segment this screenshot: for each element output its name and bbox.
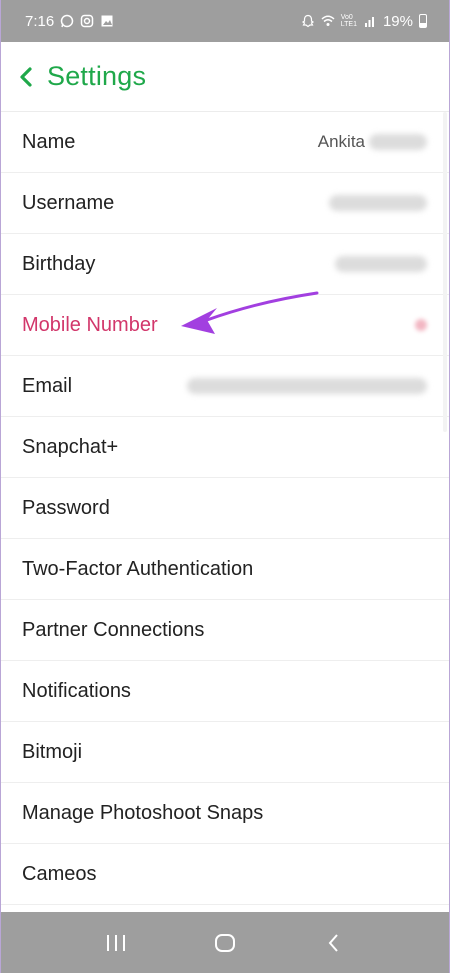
navigation-bar [1,912,449,973]
redacted-text [187,378,427,394]
settings-item-password[interactable]: Password [1,478,449,539]
redacted-indicator [415,319,427,331]
lte-label: LTE1 [340,21,357,28]
settings-item-email[interactable]: Email [1,356,449,417]
settings-item-label: Name [22,130,76,153]
volte-label: Vo0 [340,14,353,21]
redacted-text [329,195,427,211]
status-right: Vo0 LTE1 19% [301,13,427,30]
settings-item-label: Snapchat+ [22,435,119,458]
status-bar: 7:16 Vo0 LTE1 19% [1,0,449,42]
settings-item-label: Mobile Number [22,313,158,336]
settings-item-bitmoji[interactable]: Bitmoji [1,722,449,783]
scrollbar[interactable] [443,112,447,432]
settings-item-birthday[interactable]: Birthday [1,234,449,295]
settings-item-label: Username [22,191,115,214]
settings-item-label: Password [22,496,110,519]
redacted-text [369,134,427,150]
settings-list: Name Ankita Username Birthday Mobile Num… [1,112,449,905]
settings-item-snapchat-plus[interactable]: Snapchat+ [1,417,449,478]
settings-item-label: Partner Connections [22,618,205,641]
settings-item-label: Bitmoji [22,740,83,763]
gallery-icon [101,15,113,27]
battery-icon [419,14,427,28]
chevron-left-icon[interactable] [17,65,35,89]
wifi-icon [321,15,335,26]
settings-item-manage-photoshoot-snaps[interactable]: Manage Photoshoot Snaps [1,783,449,844]
settings-item-name[interactable]: Name Ankita [1,112,449,173]
snapchat-ghost-icon [301,14,314,28]
back-button[interactable] [319,928,349,958]
signal-icon [364,17,374,27]
back-icon [328,933,339,952]
settings-item-label: Cameos [22,862,97,885]
settings-item-notifications[interactable]: Notifications [1,661,449,722]
name-value: Ankita [318,132,427,152]
settings-item-label: Two-Factor Authentication [22,557,254,580]
page-title: Settings [47,61,147,91]
settings-item-username[interactable]: Username [1,173,449,234]
settings-item-mobile-number[interactable]: Mobile Number [1,295,449,356]
home-button[interactable] [210,928,240,958]
settings-header: Settings [1,42,449,112]
volte-lte-icon: Vo0 LTE1 [341,14,357,28]
status-time: 7:16 [25,12,55,30]
phone-screen: 7:16 Vo0 LTE1 19% Settings Name Ankita U… [0,0,450,973]
recent-apps-icon [106,934,125,951]
status-left: 7:16 [25,13,114,30]
recent-apps-button[interactable] [101,928,131,958]
instagram-icon [80,14,94,28]
settings-item-two-factor-authentication[interactable]: Two-Factor Authentication [1,539,449,600]
name-value-text: Ankita [317,132,365,151]
whatsapp-icon [60,14,74,28]
settings-item-label: Birthday [22,252,96,275]
settings-item-label: Manage Photoshoot Snaps [22,801,264,824]
battery-percent: 19% [382,12,413,30]
home-icon [214,933,235,952]
redacted-text [335,256,427,272]
settings-item-label: Notifications [22,679,131,702]
settings-item-label: Email [22,374,73,397]
settings-item-cameos[interactable]: Cameos [1,844,449,905]
settings-item-partner-connections[interactable]: Partner Connections [1,600,449,661]
